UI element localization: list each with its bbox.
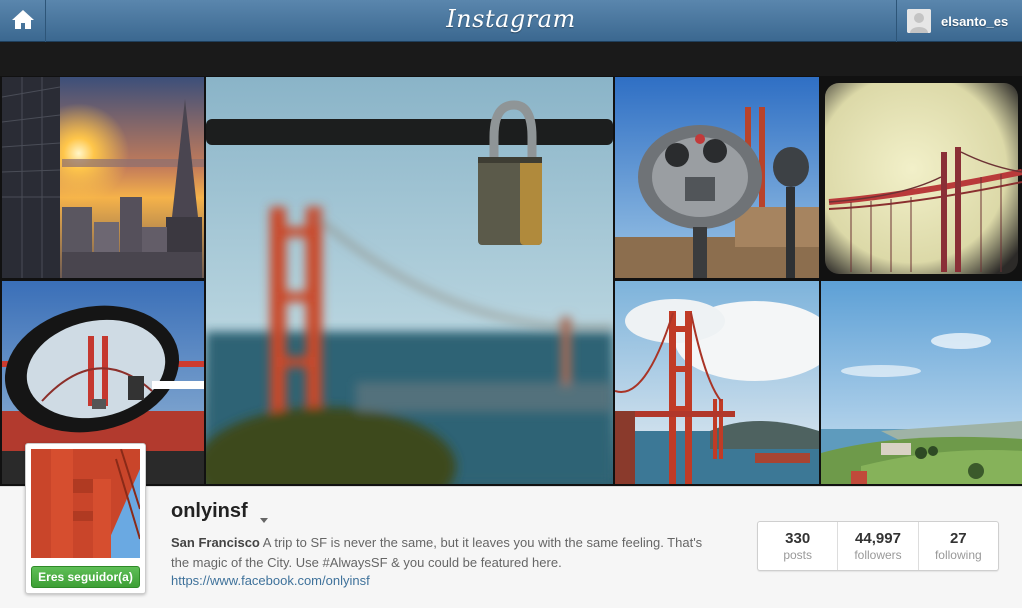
stat-posts-value: 330 (785, 530, 811, 547)
profile-bio: San Francisco A trip to SF is never the … (171, 533, 721, 573)
stat-followers[interactable]: 44,997 followers (838, 522, 919, 570)
stat-followers-label: followers (854, 548, 902, 562)
user-avatar-icon (907, 9, 931, 33)
chevron-down-icon[interactable] (260, 510, 268, 528)
profile-website-link[interactable]: https://www.facebook.com/onlyinsf (171, 573, 370, 588)
stat-posts[interactable]: 330 posts (758, 522, 839, 570)
photo-padlock-golden-gate[interactable] (206, 77, 613, 484)
stat-followers-value: 44,997 (855, 530, 901, 547)
photo-binoculars-golden-gate[interactable] (615, 77, 819, 278)
current-username: elsanto_es (941, 13, 1009, 29)
top-navigation-bar: Instagram elsanto_es (0, 0, 1022, 42)
profile-username: onlyinsf (171, 500, 248, 522)
instagram-logo[interactable]: Instagram (0, 5, 1022, 33)
profile-avatar-card: Eres seguidor(a) (25, 443, 146, 594)
profile-avatar[interactable] (31, 449, 140, 558)
bio-name: San Francisco (171, 535, 260, 550)
stat-posts-label: posts (783, 548, 812, 562)
profile-stats: 330 posts 44,997 followers 27 following (757, 521, 999, 571)
user-menu[interactable]: elsanto_es (896, 0, 1022, 42)
photo-bridge-vintage[interactable] (821, 77, 1022, 278)
stat-following-value: 27 (949, 530, 967, 547)
header-shadow-strip (0, 42, 1022, 76)
following-button[interactable]: Eres seguidor(a) (31, 566, 140, 588)
photo-golden-gate-bridge-clouds[interactable] (615, 281, 819, 484)
stat-following-label: following (934, 548, 982, 562)
stat-following[interactable]: 27 following (919, 522, 998, 570)
photo-sf-sunset-skyline[interactable] (2, 77, 204, 278)
photo-park-coastline[interactable] (821, 281, 1022, 484)
